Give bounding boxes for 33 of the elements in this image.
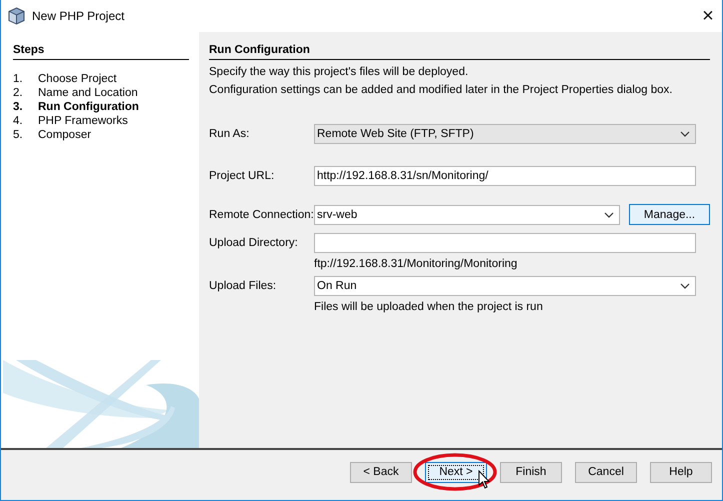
wizard-button[interactable]: Cancel: [575, 462, 637, 482]
manage-button[interactable]: Manage...: [629, 204, 710, 225]
step-item: 1. Choose Project: [13, 72, 118, 86]
dropdown-value: On Run: [317, 280, 357, 292]
wizard-button[interactable]: Help: [650, 462, 712, 482]
dropdown[interactable]: srv-web: [314, 204, 620, 224]
wizard-button[interactable]: Finish: [500, 462, 562, 482]
dropdown-value: srv-web: [317, 208, 358, 220]
description-text: Specify the way this project's files will be deployed.: [209, 66, 470, 78]
dropdown[interactable]: Remote Web Site (FTP, SFTP): [314, 124, 696, 144]
hint-text: ftp://192.168.8.31/Monitoring/Monitoring: [314, 258, 518, 270]
steps-heading: Steps: [13, 44, 189, 60]
step-item: 5. Composer: [13, 128, 92, 142]
panel-title: Run Configuration: [209, 44, 710, 60]
step-item: 2. Name and Location: [13, 86, 139, 100]
cube-icon: [8, 7, 25, 25]
description-text: Configuration settings can be added and modified later in the Project Properties dialog box.: [209, 84, 674, 96]
dropdown[interactable]: On Run: [314, 276, 696, 296]
input-field[interactable]: http://192.168.8.31/sn/Monitoring/: [314, 166, 696, 186]
window-title: New PHP Project: [32, 9, 126, 23]
input-field[interactable]: [314, 233, 696, 253]
wizard-button[interactable]: < Back: [350, 462, 412, 482]
field-label: Project URL:: [209, 170, 276, 182]
dropdown-value: Remote Web Site (FTP, SFTP): [317, 128, 474, 140]
step-item: 3. Run Configuration: [13, 100, 140, 114]
step-item: 4. PHP Frameworks: [13, 114, 129, 128]
field-label: Remote Connection:: [209, 208, 314, 220]
hint-text: Files will be uploaded when the project is run: [314, 301, 544, 313]
field-label: Upload Directory:: [209, 237, 299, 249]
field-label: Run As:: [209, 128, 250, 140]
field-label: Upload Files:: [209, 280, 278, 292]
close-button[interactable]: ×: [694, 6, 722, 26]
wizard-button[interactable]: Next >: [425, 462, 487, 482]
